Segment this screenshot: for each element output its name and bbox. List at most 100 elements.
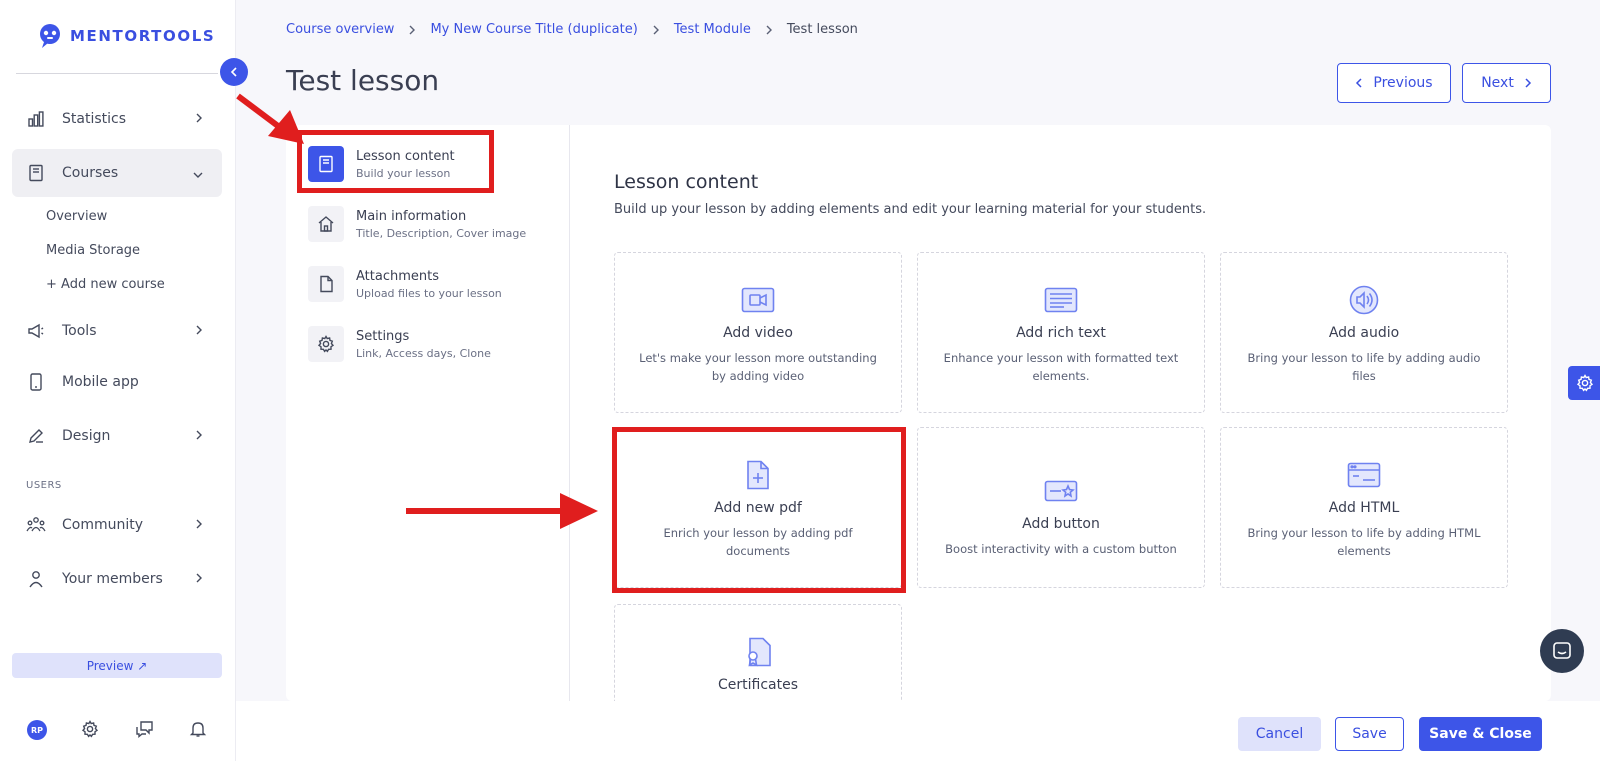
lesson-menu-main-information[interactable]: Main information Title, Description, Cov… — [308, 204, 558, 244]
add-audio-card[interactable]: Add audio Bring your lesson to life by a… — [1220, 252, 1508, 413]
pencil-icon — [26, 426, 46, 446]
logo[interactable]: MENTORTOOLS — [36, 22, 215, 50]
sidebar-item-tools[interactable]: Tools — [12, 307, 222, 355]
menu-subtitle: Link, Access days, Clone — [356, 346, 491, 360]
phone-icon — [26, 372, 46, 392]
mentortools-logo-icon — [40, 24, 60, 48]
floating-settings-button[interactable] — [1568, 366, 1600, 400]
user-icon — [26, 569, 46, 589]
menu-title: Attachments — [356, 268, 439, 284]
next-button[interactable]: Next — [1462, 63, 1551, 103]
menu-subtitle: Upload files to your lesson — [356, 286, 502, 300]
preview-button[interactable]: Preview ↗ — [12, 653, 222, 678]
sidebar-item-label: Design — [62, 428, 111, 444]
breadcrumb: Course overview My New Course Title (dup… — [286, 22, 858, 37]
home-icon — [308, 206, 344, 242]
sidebar-subitem-overview[interactable]: Overview — [46, 209, 107, 224]
chevron-down-icon — [192, 168, 204, 184]
annotation-arrow-down-right — [236, 93, 304, 144]
gear-icon — [1576, 374, 1594, 392]
sidebar-item-courses[interactable]: Courses — [12, 149, 222, 197]
sidebar-item-your-members[interactable]: Your members — [12, 555, 222, 603]
section-label-users: USERS — [26, 480, 62, 491]
sidebar-item-statistics[interactable]: Statistics — [12, 95, 222, 143]
card-title: Add rich text — [1016, 325, 1106, 341]
menu-title: Settings — [356, 328, 410, 344]
save-button[interactable]: Save — [1335, 717, 1404, 751]
chevron-right-icon — [194, 324, 204, 340]
chat-icon — [1553, 642, 1571, 659]
add-rich-text-card[interactable]: Add rich text Enhance your lesson with f… — [917, 252, 1205, 413]
chevron-right-icon — [194, 518, 204, 534]
chat-bubbles-icon[interactable] — [134, 719, 154, 739]
sidebar-footer: RP — [0, 710, 236, 750]
annotation-arrow-right — [406, 493, 598, 529]
bell-icon[interactable] — [188, 719, 208, 739]
menu-title: Main information — [356, 208, 467, 224]
card-description: Enhance your lesson with formatted text … — [943, 351, 1179, 383]
text-icon — [1044, 285, 1078, 315]
sidebar-item-community[interactable]: Community — [12, 501, 222, 549]
chevron-right-icon — [652, 24, 660, 36]
annotation-box-lesson-content — [297, 130, 494, 193]
sidebar-subitem-media-storage[interactable]: Media Storage — [46, 243, 140, 258]
avatar[interactable]: RP — [27, 720, 47, 740]
certificate-icon — [744, 637, 772, 667]
card-title: Add HTML — [1328, 500, 1400, 516]
sidebar-item-design[interactable]: Design — [12, 412, 222, 460]
lesson-panel: Lesson content Build your lesson Main in… — [286, 125, 1551, 701]
certificates-card[interactable]: Certificates — [614, 604, 902, 701]
previous-label: Previous — [1373, 75, 1433, 91]
sidebar-item-label: Your members — [62, 571, 163, 587]
book-icon — [26, 163, 46, 183]
logo-text: MENTORTOOLS — [70, 27, 216, 45]
megaphone-icon — [26, 321, 46, 341]
collapse-sidebar-button[interactable] — [220, 58, 248, 86]
button-icon — [1044, 476, 1078, 506]
card-title: Add audio — [1328, 325, 1400, 341]
previous-button[interactable]: Previous — [1337, 63, 1451, 103]
chevron-left-icon — [1356, 78, 1362, 88]
add-video-card[interactable]: Add video Let's make your lesson more ou… — [614, 252, 902, 413]
footer-bar: Cancel Save Save & Close — [236, 701, 1600, 761]
content-subtitle: Build up your lesson by adding elements … — [614, 202, 1207, 217]
bar-chart-icon — [26, 109, 46, 129]
gear-icon — [308, 326, 344, 362]
html-icon — [1347, 460, 1381, 490]
sidebar-item-label: Courses — [62, 165, 119, 181]
card-description: Let's make your lesson more outstanding … — [639, 351, 877, 383]
breadcrumb-current: Test lesson — [786, 22, 858, 37]
card-title: Certificates — [717, 677, 798, 693]
annotation-box-add-pdf — [612, 427, 906, 593]
chevron-right-icon — [194, 429, 204, 445]
card-description: Boost interactivity with a custom button — [945, 542, 1177, 556]
sidebar-item-mobile-app[interactable]: Mobile app — [12, 358, 222, 406]
chevron-right-icon — [194, 112, 204, 128]
breadcrumb-course-title[interactable]: My New Course Title (duplicate) — [430, 22, 637, 37]
cancel-button[interactable]: Cancel — [1238, 717, 1321, 751]
chevron-right-icon — [408, 24, 416, 36]
card-title: Add video — [723, 325, 793, 341]
sidebar-item-label: Mobile app — [62, 374, 139, 390]
add-html-card[interactable]: Add HTML Bring your lesson to life by ad… — [1220, 427, 1508, 588]
breadcrumb-course-overview[interactable]: Course overview — [286, 22, 394, 37]
content-title: Lesson content — [614, 171, 759, 193]
save-close-button[interactable]: Save & Close — [1419, 717, 1542, 751]
gear-icon[interactable] — [80, 719, 100, 739]
lesson-menu-attachments[interactable]: Attachments Upload files to your lesson — [308, 264, 558, 304]
menu-subtitle: Title, Description, Cover image — [356, 226, 527, 240]
sidebar-subitem-add-new-course[interactable]: + Add new course — [46, 277, 165, 292]
chevron-right-icon — [765, 24, 773, 36]
panel-divider — [569, 125, 570, 701]
chat-widget-button[interactable] — [1540, 629, 1584, 673]
sidebar: MENTORTOOLS Statistics Courses Overview … — [0, 0, 236, 761]
card-description: Bring your lesson to life by adding HTML… — [1247, 526, 1481, 558]
breadcrumb-module[interactable]: Test Module — [674, 22, 751, 37]
sidebar-item-label: Tools — [62, 323, 97, 339]
chevron-right-icon — [1525, 78, 1531, 88]
lesson-menu-settings[interactable]: Settings Link, Access days, Clone — [308, 324, 558, 364]
audio-icon — [1349, 285, 1379, 315]
people-icon — [26, 515, 46, 535]
sidebar-divider — [16, 73, 218, 74]
add-button-card[interactable]: Add button Boost interactivity with a cu… — [917, 427, 1205, 588]
